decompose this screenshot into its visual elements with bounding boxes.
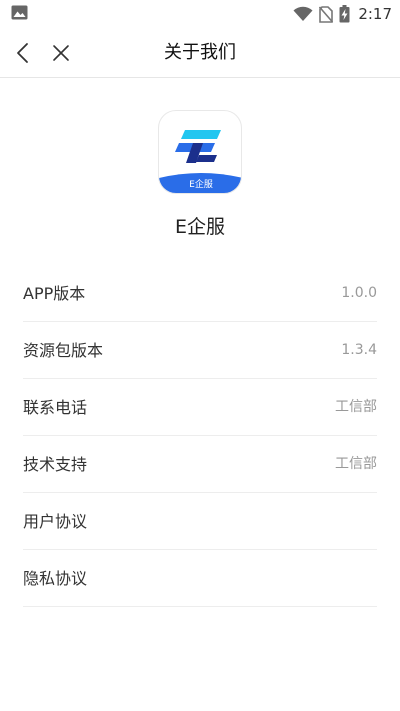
list-item-resource-version[interactable]: 资源包版本 1.3.4 — [23, 322, 377, 379]
list-item-contact-phone[interactable]: 联系电话 工信部 — [23, 379, 377, 436]
list-item-label: 隐私协议 — [23, 569, 88, 588]
list-item-value: 工信部 — [335, 399, 377, 415]
list-item-value: 工信部 — [335, 456, 377, 472]
close-button[interactable] — [48, 40, 74, 66]
battery-charging-icon — [339, 5, 350, 23]
info-list: APP版本 1.0.0 资源包版本 1.3.4 联系电话 工信部 技术支持 工信… — [23, 265, 377, 607]
no-sim-icon — [319, 5, 334, 23]
chevron-left-icon — [17, 43, 28, 63]
list-item-tech-support[interactable]: 技术支持 工信部 — [23, 436, 377, 493]
status-time: 2:17 — [358, 5, 392, 23]
list-item-user-agreement[interactable]: 用户协议 — [23, 493, 377, 550]
list-item-label: APP版本 — [23, 284, 86, 303]
image-icon — [11, 5, 28, 20]
list-item-value: 1.3.4 — [341, 342, 377, 358]
app-name: E企服 — [174, 216, 225, 238]
list-item-label: 技术支持 — [23, 455, 88, 474]
app-logo: E企服 — [158, 110, 242, 194]
status-bar: 2:17 — [0, 0, 400, 28]
list-item-value: 1.0.0 — [341, 285, 377, 301]
navigation-header: 关于我们 — [0, 28, 400, 78]
app-logo-label: E企服 — [189, 180, 213, 190]
list-item-label: 联系电话 — [23, 398, 88, 417]
list-item-label: 资源包版本 — [23, 341, 104, 360]
list-item-app-version[interactable]: APP版本 1.0.0 — [23, 265, 377, 322]
back-button[interactable] — [10, 40, 36, 66]
list-item-privacy-agreement[interactable]: 隐私协议 — [23, 550, 377, 607]
wifi-icon — [293, 6, 313, 22]
list-item-label: 用户协议 — [23, 512, 88, 531]
status-icons: 2:17 — [293, 3, 392, 25]
close-icon — [53, 45, 69, 61]
